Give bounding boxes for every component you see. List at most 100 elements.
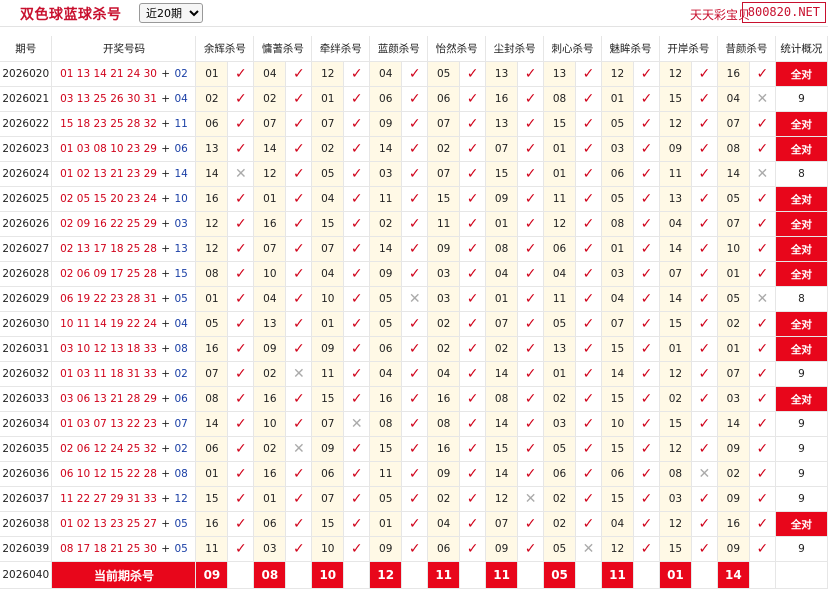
stat-cell: 全对 xyxy=(775,261,828,287)
kill-pick-cell: 16 xyxy=(253,386,287,412)
kill-pick-cell: 16 xyxy=(195,336,229,362)
period-cell: 2026035 xyxy=(0,436,53,462)
period-cell: 2026026 xyxy=(0,211,53,237)
kill-pick-cell: 04 xyxy=(427,361,461,387)
kill-pick-cell: 08 xyxy=(601,211,634,237)
blank-cell xyxy=(633,561,660,589)
blank-cell xyxy=(285,561,313,589)
kill-pick-cell: 07 xyxy=(717,211,750,237)
blank-cell xyxy=(691,561,718,589)
check-icon: ✓ xyxy=(285,461,313,487)
draw-numbers-cell: 02 06 09 17 25 28 + 15 xyxy=(51,261,197,287)
kill-pick-cell: 14 xyxy=(485,411,519,437)
blue-ball: 06 xyxy=(174,393,188,405)
kill-pick-cell: 15 xyxy=(601,486,634,512)
check-icon: ✓ xyxy=(227,111,255,137)
check-icon: ✓ xyxy=(691,486,718,512)
kill-pick-cell: 08 xyxy=(195,386,229,412)
stat-cell: 全对 xyxy=(775,211,828,237)
plus-sign: + xyxy=(161,343,171,355)
col-header-expert[interactable]: 怡然杀号 xyxy=(427,36,487,62)
kill-pick-cell: 14 xyxy=(717,161,750,187)
check-icon: ✓ xyxy=(517,161,545,187)
check-icon: ✓ xyxy=(401,211,429,237)
period-cell: 2026038 xyxy=(0,511,53,537)
kill-pick-cell: 04 xyxy=(369,61,403,87)
red-balls: 01 03 08 10 23 29 xyxy=(60,143,157,155)
kill-pick-cell: 09 xyxy=(717,536,750,562)
draw-numbers-cell: 01 02 13 23 25 27 + 05 xyxy=(51,511,197,537)
kill-pick-cell: 01 xyxy=(195,461,229,487)
check-icon: ✓ xyxy=(517,511,545,537)
kill-pick-cell: 14 xyxy=(659,236,692,262)
check-icon: ✓ xyxy=(691,261,718,287)
kill-pick-cell: 14 xyxy=(485,461,519,487)
cross-icon: ✕ xyxy=(749,161,776,187)
plus-sign: + xyxy=(161,368,171,380)
check-icon: ✓ xyxy=(691,186,718,212)
kill-pick-cell: 14 xyxy=(369,136,403,162)
kill-pick-cell: 02 xyxy=(717,311,750,337)
kill-pick-cell: 07 xyxy=(717,111,750,137)
check-icon: ✓ xyxy=(691,361,718,387)
check-icon: ✓ xyxy=(459,186,487,212)
check-icon: ✓ xyxy=(401,436,429,462)
plus-sign: + xyxy=(161,243,171,255)
col-header-expert[interactable]: 慵蓍杀号 xyxy=(253,36,313,62)
blue-ball: 08 xyxy=(174,343,188,355)
col-header-expert[interactable]: 余辉杀号 xyxy=(195,36,255,62)
cross-icon: ✕ xyxy=(285,436,313,462)
plus-sign: + xyxy=(161,418,171,430)
col-header-expert[interactable]: 昔颜杀号 xyxy=(717,36,776,62)
check-icon: ✓ xyxy=(691,211,718,237)
kill-pick-cell: 12 xyxy=(601,61,634,87)
stat-cell: 全对 xyxy=(775,511,828,537)
period-cell: 2026028 xyxy=(0,261,53,287)
kill-pick-cell: 02 xyxy=(543,486,577,512)
brand-domain-link[interactable]: 800820.NET xyxy=(741,2,826,23)
col-header-expert[interactable]: 魅眸杀号 xyxy=(601,36,660,62)
check-icon: ✓ xyxy=(343,261,371,287)
col-header-expert[interactable]: 尘封杀号 xyxy=(485,36,545,62)
kill-pick-cell: 08 xyxy=(195,261,229,287)
check-icon: ✓ xyxy=(227,286,255,312)
kill-pick-cell: 12 xyxy=(601,536,634,562)
col-header-expert[interactable]: 刺心杀号 xyxy=(543,36,602,62)
kill-pick-cell: 01 xyxy=(311,311,345,337)
period-cell: 2026034 xyxy=(0,411,53,437)
plus-sign: + xyxy=(161,143,171,155)
table-row: 2026020 01 13 14 21 24 30 + 02 01 ✓ 04 ✓ 12 ✓ 04… xyxy=(0,61,828,87)
stat-cell: 9 xyxy=(775,436,828,462)
kill-pick-cell: 16 xyxy=(195,511,229,537)
period-range-select[interactable]: 近20期 xyxy=(139,3,203,23)
col-header-expert[interactable]: 蓝颜杀号 xyxy=(369,36,429,62)
check-icon: ✓ xyxy=(343,186,371,212)
check-icon: ✓ xyxy=(517,136,545,162)
kill-pick-cell: 02 xyxy=(427,311,461,337)
check-icon: ✓ xyxy=(285,111,313,137)
period-cell: 2026037 xyxy=(0,486,53,512)
kill-pick-cell: 05 xyxy=(601,111,634,137)
kill-pick-cell: 04 xyxy=(717,86,750,112)
kill-pick-cell: 04 xyxy=(427,511,461,537)
check-icon: ✓ xyxy=(401,311,429,337)
check-icon: ✓ xyxy=(517,61,545,87)
col-header-expert[interactable]: 开岸杀号 xyxy=(659,36,718,62)
kill-pick-cell: 06 xyxy=(427,86,461,112)
kill-pick-cell: 16 xyxy=(485,86,519,112)
kill-pick-cell: 04 xyxy=(543,261,577,287)
blank-cell xyxy=(575,561,602,589)
current-kill-pick: 01 xyxy=(659,561,692,589)
kill-pick-cell: 12 xyxy=(195,236,229,262)
table-row: 2026025 02 05 15 20 23 24 + 10 16 ✓ 01 ✓ 04 ✓ 11… xyxy=(0,186,828,212)
check-icon: ✓ xyxy=(575,461,602,487)
blank-cell xyxy=(459,561,487,589)
kill-pick-cell: 07 xyxy=(311,486,345,512)
check-icon: ✓ xyxy=(749,461,776,487)
table-row: 2026028 02 06 09 17 25 28 + 15 08 ✓ 10 ✓ 04 ✓ 09… xyxy=(0,261,828,287)
kill-pick-cell: 06 xyxy=(369,86,403,112)
check-icon: ✓ xyxy=(285,386,313,412)
check-icon: ✓ xyxy=(343,336,371,362)
kill-pick-cell: 03 xyxy=(427,286,461,312)
col-header-expert[interactable]: 牵绊杀号 xyxy=(311,36,371,62)
